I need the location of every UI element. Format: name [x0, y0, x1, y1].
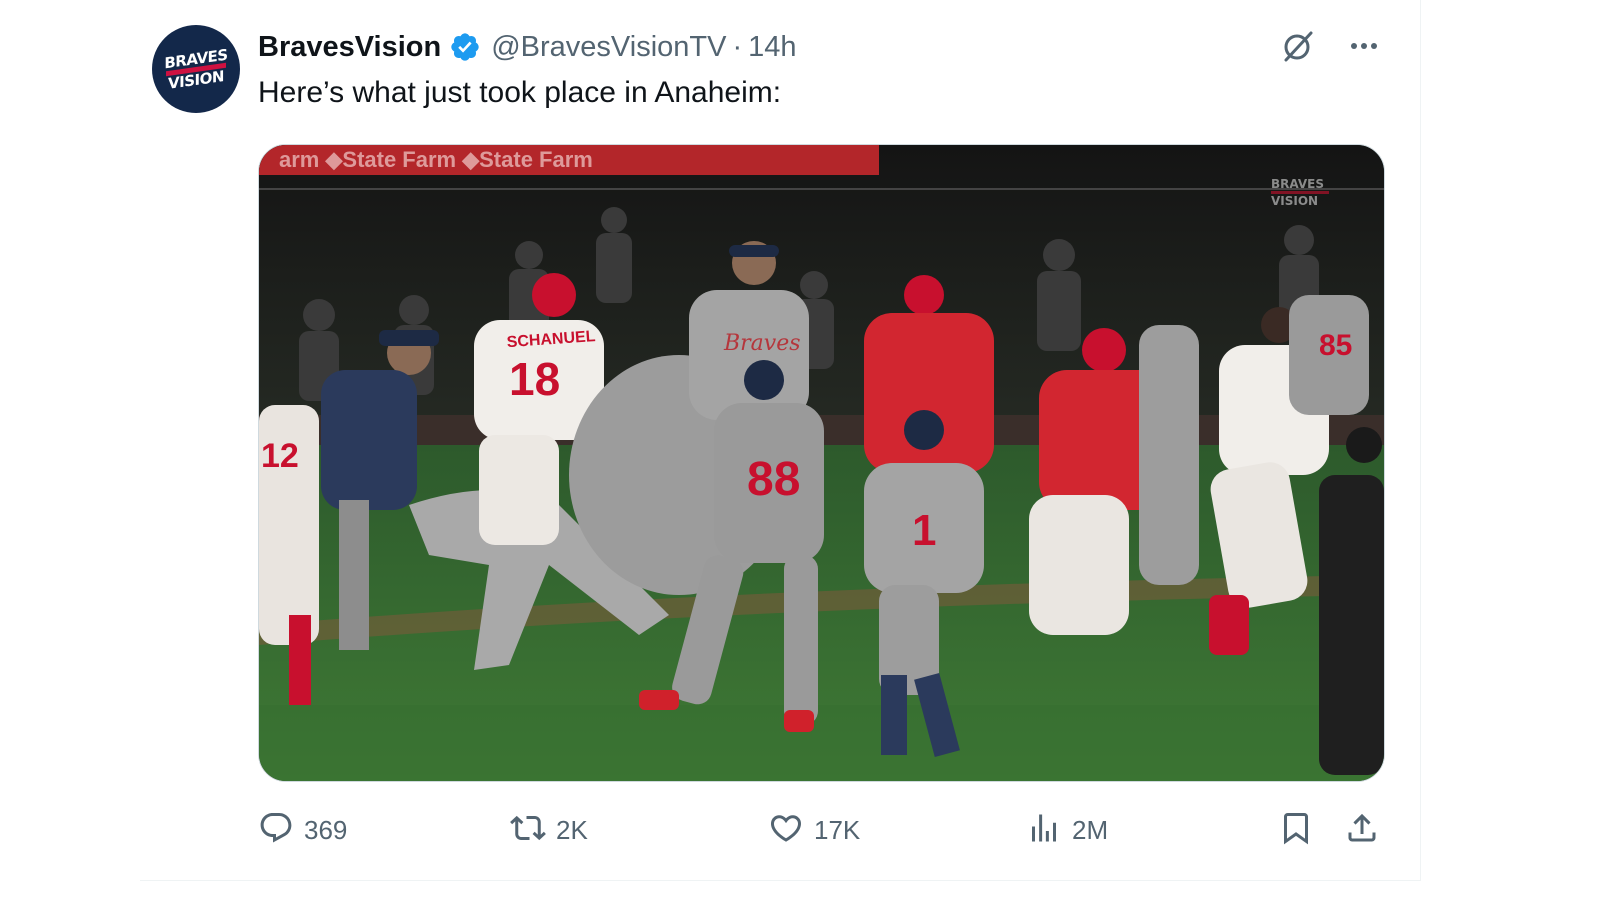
svg-text:Braves: Braves [723, 331, 801, 356]
bookmark-icon [1278, 810, 1314, 851]
reply-icon [258, 810, 294, 851]
display-name[interactable]: BravesVision [258, 31, 441, 64]
grok-icon[interactable] [1280, 28, 1316, 64]
share-button[interactable] [1344, 808, 1380, 852]
video-watermark-top: BRAVES [1271, 177, 1324, 191]
svg-text:18: 18 [509, 353, 560, 405]
svg-text:arm ◆State Farm ◆State Farm: arm ◆State Farm ◆State Farm [279, 147, 593, 172]
svg-text:1: 1 [912, 506, 936, 555]
like-button[interactable]: 17K [768, 808, 860, 852]
views-icon [1026, 810, 1062, 851]
svg-text:12: 12 [261, 437, 299, 475]
handle[interactable]: @BravesVisionTV [491, 31, 726, 64]
svg-text:88: 88 [747, 453, 800, 506]
repost-count: 2K [556, 814, 588, 845]
like-icon [768, 810, 804, 851]
reply-button[interactable]: 369 [258, 808, 347, 852]
video-player[interactable]: arm ◆State Farm ◆State Farm 12 SCHANUEL … [258, 144, 1385, 782]
video-watermark-bottom: VISION [1271, 194, 1318, 208]
more-icon[interactable] [1346, 28, 1382, 64]
repost-icon [510, 810, 546, 851]
tweet-actions: 369 2K 17K 2M [258, 808, 1383, 852]
tweet-card[interactable]: BRAVES VISION BravesVision @BravesVision… [140, 0, 1421, 881]
avatar-logo: BRAVES VISION [164, 45, 228, 94]
views-button[interactable]: 2M [1026, 808, 1108, 852]
reply-count: 369 [304, 814, 348, 845]
verified-badge-icon[interactable] [449, 31, 481, 63]
like-count: 17K [814, 814, 861, 845]
avatar[interactable]: BRAVES VISION [152, 25, 240, 113]
video-frame: arm ◆State Farm ◆State Farm 12 SCHANUEL … [259, 145, 1384, 781]
share-icon [1344, 810, 1380, 851]
repost-button[interactable]: 2K [510, 808, 588, 852]
tweet-top-actions [1280, 28, 1382, 64]
tweet-text: Here’s what just took place in Anaheim: [258, 76, 782, 109]
timestamp[interactable]: 14h [748, 31, 796, 64]
separator-dot: · [732, 30, 743, 63]
svg-text:85: 85 [1319, 329, 1352, 362]
tweet-header: BravesVision @BravesVisionTV · 14h [258, 30, 797, 64]
bookmark-button[interactable] [1278, 808, 1314, 852]
views-count: 2M [1072, 814, 1109, 845]
